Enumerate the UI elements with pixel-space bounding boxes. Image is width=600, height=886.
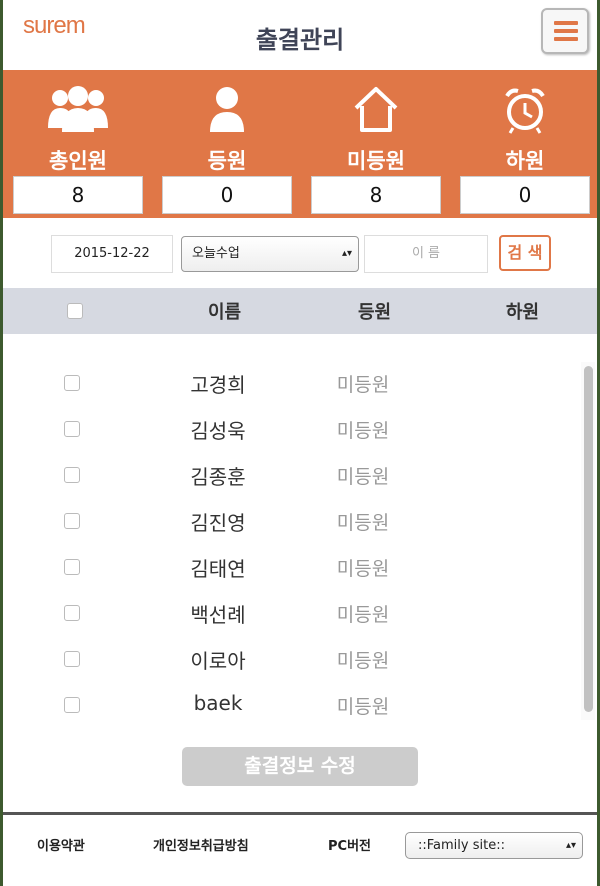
people-group-icon: [13, 84, 143, 136]
stat-value: 0: [162, 176, 292, 214]
attendance-status: 미등원: [336, 696, 390, 718]
terms-link[interactable]: 이용약관: [37, 835, 85, 854]
stat-arrived: 등원 0: [162, 70, 292, 218]
row-checkbox[interactable]: [64, 605, 80, 621]
table-row: 백선례 미등원: [3, 590, 583, 636]
family-site-value: ::Family site::: [418, 838, 505, 853]
row-checkbox[interactable]: [64, 651, 80, 667]
footer: 이용약관 개인정보취급방침 PC버전 ::Family site:: ▴▾: [3, 812, 597, 886]
select-arrows-icon: ▴▾: [341, 248, 352, 259]
attendance-status: 미등원: [336, 374, 390, 396]
privacy-link[interactable]: 개인정보취급방침: [153, 835, 249, 854]
table-row: 김진영 미등원: [3, 498, 583, 544]
table-row: 김성욱 미등원: [3, 406, 583, 452]
scrollbar-thumb[interactable]: [584, 366, 593, 712]
student-name: 백선례: [190, 603, 246, 627]
table-row: 김종훈 미등원: [3, 452, 583, 498]
person-icon: [162, 84, 292, 136]
stat-value: 0: [460, 176, 590, 214]
table-header: 이름 등원 하원: [3, 288, 597, 334]
student-name: 김성욱: [190, 419, 246, 443]
stat-label: 하원: [505, 149, 545, 173]
pc-version-link[interactable]: PC버전: [328, 835, 371, 854]
student-name: baek: [193, 691, 243, 715]
select-all-checkbox[interactable]: [67, 303, 83, 319]
table-row: baek 미등원: [3, 682, 583, 728]
search-button[interactable]: 검 색: [499, 235, 551, 271]
attendance-status: 미등원: [336, 558, 390, 580]
class-select[interactable]: 오늘수업 ▴▾: [181, 236, 359, 272]
app-frame: surem 출결관리 총인원 8 등원 0 미등원 8 하원 0 2015-12…: [3, 0, 597, 886]
stat-value: 8: [13, 176, 143, 214]
student-list[interactable]: 고경희 미등원 김성욱 미등원 김종훈 미등원 김진영 미등원 김태연 미등원 …: [3, 334, 597, 812]
student-name: 김종훈: [190, 465, 246, 489]
attendance-status: 미등원: [336, 466, 390, 488]
alarm-clock-icon: [460, 84, 590, 136]
row-checkbox[interactable]: [64, 467, 80, 483]
house-icon: [311, 84, 441, 136]
date-input[interactable]: 2015-12-22: [51, 235, 173, 273]
row-checkbox[interactable]: [64, 421, 80, 437]
hamburger-icon: [554, 29, 578, 33]
stat-total: 총인원 8: [13, 70, 143, 218]
attendance-status: 미등원: [336, 512, 390, 534]
row-checkbox[interactable]: [64, 375, 80, 391]
table-row: 김태연 미등원: [3, 544, 583, 590]
family-site-select[interactable]: ::Family site:: ▴▾: [405, 832, 583, 859]
attendance-status: 미등원: [336, 650, 390, 672]
table-row: 이로아 미등원: [3, 636, 583, 682]
column-arrive: 등원: [358, 302, 392, 323]
attendance-status: 미등원: [336, 604, 390, 626]
class-select-value: 오늘수업: [192, 246, 240, 261]
hamburger-icon: [554, 37, 578, 41]
stat-value: 8: [311, 176, 441, 214]
stat-not-arrived: 미등원 8: [311, 70, 441, 218]
search-bar: 2015-12-22 오늘수업 ▴▾ 이 름 검 색: [3, 218, 597, 288]
student-name: 고경희: [190, 373, 246, 397]
stat-label: 총인원: [49, 149, 107, 173]
select-arrows-icon: ▴▾: [565, 840, 576, 851]
student-name: 김진영: [190, 511, 246, 535]
student-name: 이로아: [190, 649, 246, 673]
stat-label: 등원: [207, 149, 247, 173]
app-header: surem 출결관리: [3, 0, 597, 70]
name-search-input[interactable]: 이 름: [364, 235, 488, 273]
column-name: 이름: [208, 302, 242, 323]
hamburger-icon: [554, 21, 578, 25]
edit-attendance-button[interactable]: 출결정보 수정: [182, 747, 418, 786]
row-checkbox[interactable]: [64, 559, 80, 575]
stat-left: 하원 0: [460, 70, 590, 218]
menu-button[interactable]: [541, 8, 589, 54]
row-checkbox[interactable]: [64, 513, 80, 529]
attendance-stats: 총인원 8 등원 0 미등원 8 하원 0: [3, 70, 597, 218]
student-name: 김태연: [190, 557, 246, 581]
attendance-status: 미등원: [336, 420, 390, 442]
stat-label: 미등원: [347, 149, 405, 173]
row-checkbox[interactable]: [64, 697, 80, 713]
column-leave: 하원: [506, 302, 540, 323]
page-title: 출결관리: [255, 26, 345, 54]
table-row: 고경희 미등원: [3, 360, 583, 406]
